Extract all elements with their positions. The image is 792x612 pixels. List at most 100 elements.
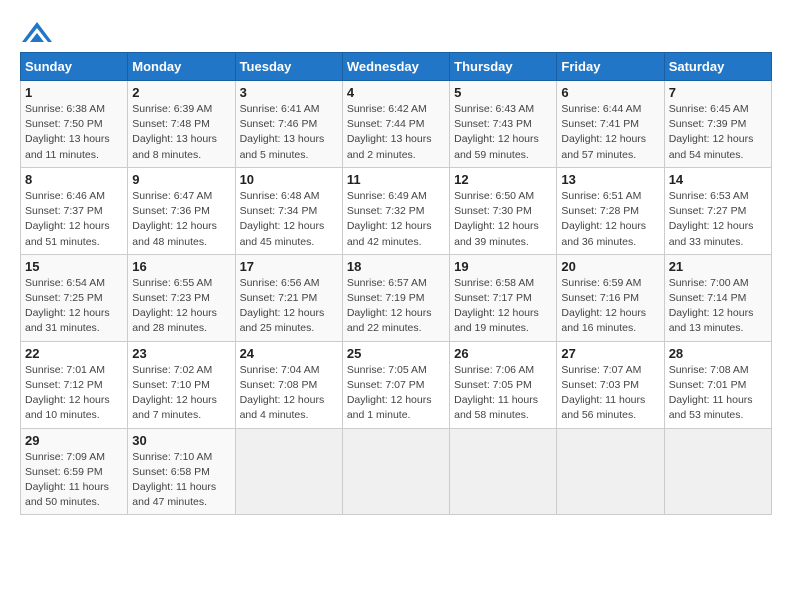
sunrise-text: Sunrise: 7:06 AM (454, 364, 534, 376)
calendar-cell: 29 Sunrise: 7:09 AM Sunset: 6:59 PM Dayl… (21, 428, 128, 515)
sunset-text: Sunset: 7:05 PM (454, 379, 532, 391)
daylight-text: Daylight: 12 hours and 13 minutes. (669, 307, 754, 334)
daylight-text: Daylight: 12 hours and 36 minutes. (561, 220, 646, 247)
day-info: Sunrise: 7:02 AM Sunset: 7:10 PM Dayligh… (132, 363, 230, 424)
daylight-text: Daylight: 12 hours and 59 minutes. (454, 133, 539, 160)
sunset-text: Sunset: 7:50 PM (25, 118, 103, 130)
calendar-cell: 24 Sunrise: 7:04 AM Sunset: 7:08 PM Dayl… (235, 341, 342, 428)
day-info: Sunrise: 7:10 AM Sunset: 6:58 PM Dayligh… (132, 450, 230, 511)
daylight-text: Daylight: 12 hours and 1 minute. (347, 394, 432, 421)
day-info: Sunrise: 6:38 AM Sunset: 7:50 PM Dayligh… (25, 102, 123, 163)
day-number: 10 (240, 172, 338, 187)
sunrise-text: Sunrise: 7:02 AM (132, 364, 212, 376)
day-info: Sunrise: 6:47 AM Sunset: 7:36 PM Dayligh… (132, 189, 230, 250)
day-info: Sunrise: 7:07 AM Sunset: 7:03 PM Dayligh… (561, 363, 659, 424)
daylight-text: Daylight: 12 hours and 48 minutes. (132, 220, 217, 247)
day-info: Sunrise: 6:56 AM Sunset: 7:21 PM Dayligh… (240, 276, 338, 337)
calendar-cell (235, 428, 342, 515)
day-of-week-header: Tuesday (235, 53, 342, 81)
sunrise-text: Sunrise: 7:04 AM (240, 364, 320, 376)
sunrise-text: Sunrise: 6:45 AM (669, 103, 749, 115)
day-number: 22 (25, 346, 123, 361)
sunset-text: Sunset: 7:39 PM (669, 118, 747, 130)
calendar-cell: 25 Sunrise: 7:05 AM Sunset: 7:07 PM Dayl… (342, 341, 449, 428)
sunset-text: Sunset: 7:19 PM (347, 292, 425, 304)
day-info: Sunrise: 7:01 AM Sunset: 7:12 PM Dayligh… (25, 363, 123, 424)
sunset-text: Sunset: 7:41 PM (561, 118, 639, 130)
day-number: 15 (25, 259, 123, 274)
day-of-week-header: Friday (557, 53, 664, 81)
day-number: 1 (25, 85, 123, 100)
calendar-cell (342, 428, 449, 515)
day-info: Sunrise: 6:55 AM Sunset: 7:23 PM Dayligh… (132, 276, 230, 337)
day-number: 30 (132, 433, 230, 448)
daylight-text: Daylight: 12 hours and 25 minutes. (240, 307, 325, 334)
calendar-cell: 7 Sunrise: 6:45 AM Sunset: 7:39 PM Dayli… (664, 81, 771, 168)
day-info: Sunrise: 6:43 AM Sunset: 7:43 PM Dayligh… (454, 102, 552, 163)
calendar-cell: 3 Sunrise: 6:41 AM Sunset: 7:46 PM Dayli… (235, 81, 342, 168)
calendar-cell: 2 Sunrise: 6:39 AM Sunset: 7:48 PM Dayli… (128, 81, 235, 168)
day-of-week-header: Saturday (664, 53, 771, 81)
sunrise-text: Sunrise: 6:38 AM (25, 103, 105, 115)
calendar-cell: 12 Sunrise: 6:50 AM Sunset: 7:30 PM Dayl… (450, 167, 557, 254)
calendar-cell (557, 428, 664, 515)
sunrise-text: Sunrise: 7:09 AM (25, 451, 105, 463)
sunrise-text: Sunrise: 7:07 AM (561, 364, 641, 376)
sunrise-text: Sunrise: 6:53 AM (669, 190, 749, 202)
day-info: Sunrise: 6:44 AM Sunset: 7:41 PM Dayligh… (561, 102, 659, 163)
day-number: 19 (454, 259, 552, 274)
daylight-text: Daylight: 11 hours and 50 minutes. (25, 481, 109, 508)
page-header (20, 20, 772, 42)
daylight-text: Daylight: 11 hours and 47 minutes. (132, 481, 216, 508)
sunrise-text: Sunrise: 6:46 AM (25, 190, 105, 202)
day-number: 4 (347, 85, 445, 100)
calendar-cell: 13 Sunrise: 6:51 AM Sunset: 7:28 PM Dayl… (557, 167, 664, 254)
sunrise-text: Sunrise: 6:44 AM (561, 103, 641, 115)
day-info: Sunrise: 6:46 AM Sunset: 7:37 PM Dayligh… (25, 189, 123, 250)
day-number: 17 (240, 259, 338, 274)
daylight-text: Daylight: 12 hours and 33 minutes. (669, 220, 754, 247)
sunrise-text: Sunrise: 6:39 AM (132, 103, 212, 115)
day-info: Sunrise: 7:05 AM Sunset: 7:07 PM Dayligh… (347, 363, 445, 424)
sunset-text: Sunset: 7:08 PM (240, 379, 318, 391)
sunrise-text: Sunrise: 6:49 AM (347, 190, 427, 202)
day-info: Sunrise: 6:39 AM Sunset: 7:48 PM Dayligh… (132, 102, 230, 163)
calendar-cell: 15 Sunrise: 6:54 AM Sunset: 7:25 PM Dayl… (21, 254, 128, 341)
day-number: 13 (561, 172, 659, 187)
sunset-text: Sunset: 7:27 PM (669, 205, 747, 217)
day-number: 3 (240, 85, 338, 100)
day-info: Sunrise: 6:58 AM Sunset: 7:17 PM Dayligh… (454, 276, 552, 337)
daylight-text: Daylight: 13 hours and 8 minutes. (132, 133, 217, 160)
sunrise-text: Sunrise: 6:48 AM (240, 190, 320, 202)
daylight-text: Daylight: 12 hours and 54 minutes. (669, 133, 754, 160)
logo-icon (20, 20, 50, 42)
sunset-text: Sunset: 7:34 PM (240, 205, 318, 217)
day-info: Sunrise: 7:00 AM Sunset: 7:14 PM Dayligh… (669, 276, 767, 337)
day-number: 6 (561, 85, 659, 100)
sunrise-text: Sunrise: 7:05 AM (347, 364, 427, 376)
sunrise-text: Sunrise: 6:51 AM (561, 190, 641, 202)
sunset-text: Sunset: 7:14 PM (669, 292, 747, 304)
logo (20, 20, 54, 42)
day-number: 26 (454, 346, 552, 361)
sunrise-text: Sunrise: 6:58 AM (454, 277, 534, 289)
sunset-text: Sunset: 7:48 PM (132, 118, 210, 130)
daylight-text: Daylight: 13 hours and 2 minutes. (347, 133, 432, 160)
sunset-text: Sunset: 7:07 PM (347, 379, 425, 391)
daylight-text: Daylight: 12 hours and 51 minutes. (25, 220, 110, 247)
daylight-text: Daylight: 12 hours and 4 minutes. (240, 394, 325, 421)
daylight-text: Daylight: 12 hours and 19 minutes. (454, 307, 539, 334)
daylight-text: Daylight: 12 hours and 45 minutes. (240, 220, 325, 247)
calendar-header-row: SundayMondayTuesdayWednesdayThursdayFrid… (21, 53, 772, 81)
daylight-text: Daylight: 12 hours and 31 minutes. (25, 307, 110, 334)
sunset-text: Sunset: 7:37 PM (25, 205, 103, 217)
day-number: 25 (347, 346, 445, 361)
calendar-cell (450, 428, 557, 515)
calendar-cell: 16 Sunrise: 6:55 AM Sunset: 7:23 PM Dayl… (128, 254, 235, 341)
day-number: 14 (669, 172, 767, 187)
daylight-text: Daylight: 12 hours and 10 minutes. (25, 394, 110, 421)
sunset-text: Sunset: 7:28 PM (561, 205, 639, 217)
sunrise-text: Sunrise: 6:47 AM (132, 190, 212, 202)
sunrise-text: Sunrise: 6:41 AM (240, 103, 320, 115)
sunset-text: Sunset: 7:23 PM (132, 292, 210, 304)
